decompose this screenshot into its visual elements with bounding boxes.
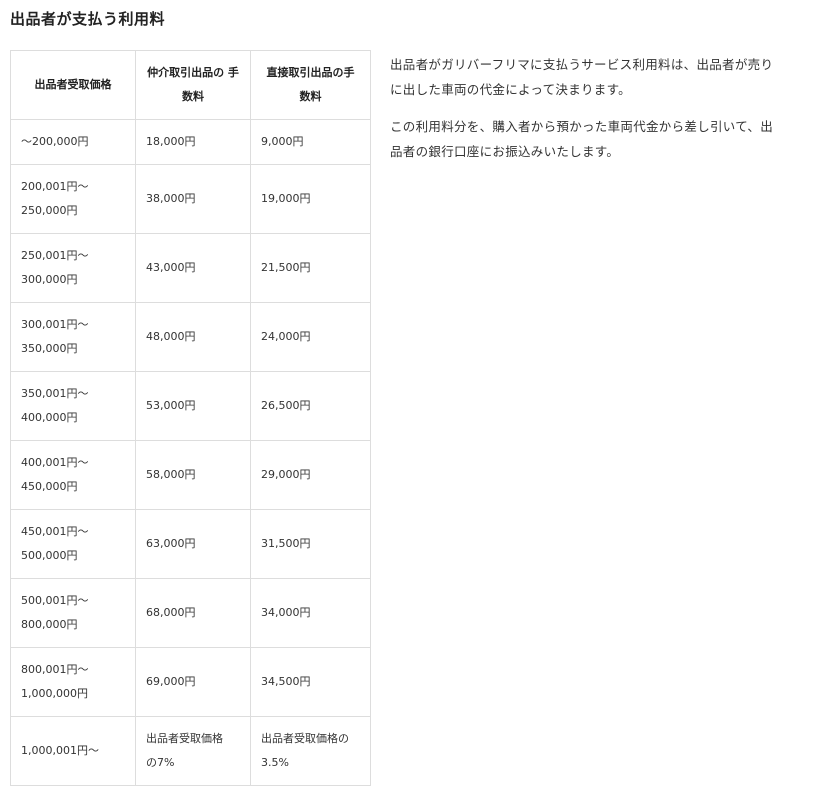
table-row: 1,000,001円〜 出品者受取価格 の7% 出品者受取価格の 3.5% [10,716,371,786]
direct-fee-cell: 19,000円 [250,164,371,234]
broker-fee-cell: 48,000円 [135,302,251,372]
direct-fee-cell: 34,000円 [250,578,371,648]
direct-fee-cell: 29,000円 [250,440,371,510]
description-paragraph: この利用料分を、購入者から預かった車両代金から差し引いて、出 品者の銀行口座にお… [390,119,774,159]
table-row: 350,001円〜 400,000円 53,000円 26,500円 [10,371,371,441]
direct-fee-cell: 出品者受取価格の 3.5% [250,716,371,786]
price-range-cell: 800,001円〜 1,000,000円 [10,647,136,717]
page-title: 出品者が支払う利用料 [10,10,166,28]
price-range-cell: 500,001円〜 800,000円 [10,578,136,648]
header-direct-fee: 直接取引出品の手 数料 [250,50,371,120]
broker-fee-cell: 出品者受取価格 の7% [135,716,251,786]
table-row: 400,001円〜 450,000円 58,000円 29,000円 [10,440,371,510]
direct-fee-cell: 9,000円 [250,119,371,165]
direct-fee-cell: 34,500円 [250,647,371,717]
fee-table: 出品者受取価格 仲介取引出品の 手数料 直接取引出品の手 数料 〜200,000… [10,50,371,786]
price-range-cell: 400,001円〜 450,000円 [10,440,136,510]
broker-fee-cell: 69,000円 [135,647,251,717]
table-row: 200,001円〜 250,000円 38,000円 19,000円 [10,164,371,234]
broker-fee-cell: 63,000円 [135,509,251,579]
price-range-cell: 300,001円〜 350,000円 [10,302,136,372]
table-header-row: 出品者受取価格 仲介取引出品の 手数料 直接取引出品の手 数料 [10,50,371,120]
header-broker-fee: 仲介取引出品の 手数料 [135,50,251,120]
direct-fee-cell: 21,500円 [250,233,371,303]
broker-fee-cell: 53,000円 [135,371,251,441]
price-range-cell: 1,000,001円〜 [10,716,136,786]
price-range-cell: 250,001円〜 300,000円 [10,233,136,303]
broker-fee-cell: 38,000円 [135,164,251,234]
table-row: 〜200,000円 18,000円 9,000円 [10,119,371,165]
table-row: 500,001円〜 800,000円 68,000円 34,000円 [10,578,371,648]
price-range-cell: 〜200,000円 [10,119,136,165]
price-range-cell: 200,001円〜 250,000円 [10,164,136,234]
broker-fee-cell: 18,000円 [135,119,251,165]
table-row: 450,001円〜 500,000円 63,000円 31,500円 [10,509,371,579]
direct-fee-cell: 24,000円 [250,302,371,372]
broker-fee-cell: 68,000円 [135,578,251,648]
table-row: 250,001円〜 300,000円 43,000円 21,500円 [10,233,371,303]
direct-fee-cell: 31,500円 [250,509,371,579]
header-seller-price: 出品者受取価格 [10,50,136,120]
direct-fee-cell: 26,500円 [250,371,371,441]
price-range-cell: 450,001円〜 500,000円 [10,509,136,579]
table-row: 800,001円〜 1,000,000円 69,000円 34,500円 [10,647,371,717]
description: 出品者がガリバーフリマに支払うサービス利用料は、出品者が売り に出した車両の代金… [390,52,814,176]
table-row: 300,001円〜 350,000円 48,000円 24,000円 [10,302,371,372]
description-paragraph: 出品者がガリバーフリマに支払うサービス利用料は、出品者が売り に出した車両の代金… [390,57,774,97]
broker-fee-cell: 43,000円 [135,233,251,303]
broker-fee-cell: 58,000円 [135,440,251,510]
price-range-cell: 350,001円〜 400,000円 [10,371,136,441]
